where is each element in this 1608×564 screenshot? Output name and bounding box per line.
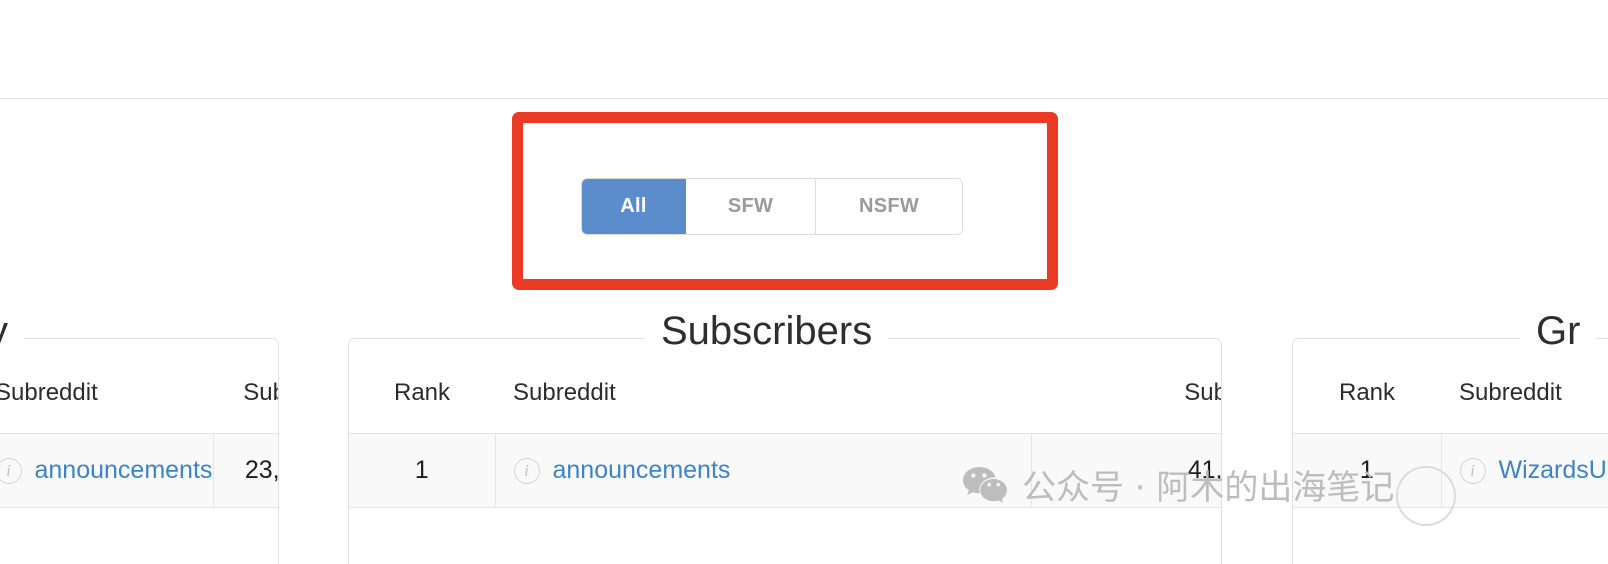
table-title-left: y bbox=[0, 311, 24, 351]
content-rating-filter-group[interactable]: All SFW NSFW bbox=[582, 179, 962, 234]
column-header-subreddit[interactable]: Subreddit bbox=[1441, 339, 1608, 434]
ranking-table-center: Rank Subreddit Subscribers 1 i announcem… bbox=[349, 339, 1221, 508]
column-header-subscribers[interactable]: Subscribers bbox=[213, 339, 278, 434]
subreddit-link[interactable]: WizardsUni bbox=[1499, 456, 1608, 485]
table-row: 1 i WizardsUni bbox=[1293, 433, 1608, 508]
screenshot-root: All SFW NSFW Rank Subreddit Subscribers … bbox=[0, 0, 1608, 564]
column-header-subreddit[interactable]: Subreddit bbox=[495, 339, 1031, 434]
info-icon[interactable]: i bbox=[0, 457, 22, 484]
table-card-right: Rank Subreddit 1 i WizardsUni bbox=[1292, 338, 1608, 564]
filter-option-all[interactable]: All bbox=[582, 179, 686, 234]
table-title-right: Gr bbox=[1520, 311, 1597, 351]
cell-subscribers: 23,296,387 bbox=[213, 433, 278, 508]
table-header-row: Rank Subreddit Subscribers bbox=[349, 339, 1221, 434]
filter-option-sfw[interactable]: SFW bbox=[686, 179, 816, 234]
table-title-center: Subscribers bbox=[645, 311, 889, 351]
column-header-subreddit[interactable]: Subreddit bbox=[0, 339, 213, 434]
cell-rank: 1 bbox=[1293, 433, 1442, 508]
top-divider bbox=[0, 98, 1608, 99]
table-card-left: Rank Subreddit Subscribers 1 i announcem… bbox=[0, 338, 279, 564]
column-header-subscribers[interactable]: Subscribers bbox=[1031, 339, 1221, 434]
table-row: 1 i announcements 23,296,387 bbox=[0, 433, 278, 508]
subreddit-link[interactable]: announcements bbox=[35, 456, 213, 485]
ranking-table-right: Rank Subreddit 1 i WizardsUni bbox=[1293, 339, 1608, 508]
cell-subscribers: 41,411,622 bbox=[1031, 433, 1221, 508]
ranking-table-left: Rank Subreddit Subscribers 1 i announcem… bbox=[0, 339, 278, 508]
info-icon[interactable]: i bbox=[1459, 457, 1486, 484]
table-header-row: Rank Subreddit bbox=[1293, 339, 1608, 434]
cell-rank: 1 bbox=[349, 433, 496, 508]
table-header-row: Rank Subreddit Subscribers bbox=[0, 339, 278, 434]
subreddit-link[interactable]: announcements bbox=[553, 456, 731, 485]
filter-option-nsfw[interactable]: NSFW bbox=[816, 179, 962, 234]
cell-subreddit: i announcements bbox=[0, 433, 214, 508]
info-icon[interactable]: i bbox=[513, 457, 540, 484]
cell-subreddit: i WizardsUni bbox=[1441, 433, 1608, 508]
table-card-center: Rank Subreddit Subscribers 1 i announcem… bbox=[348, 338, 1222, 564]
cell-subreddit: i announcements bbox=[495, 433, 1032, 508]
table-row: 1 i announcements 41,411,622 bbox=[349, 433, 1221, 508]
column-header-rank[interactable]: Rank bbox=[1293, 339, 1441, 434]
column-header-rank[interactable]: Rank bbox=[349, 339, 495, 434]
